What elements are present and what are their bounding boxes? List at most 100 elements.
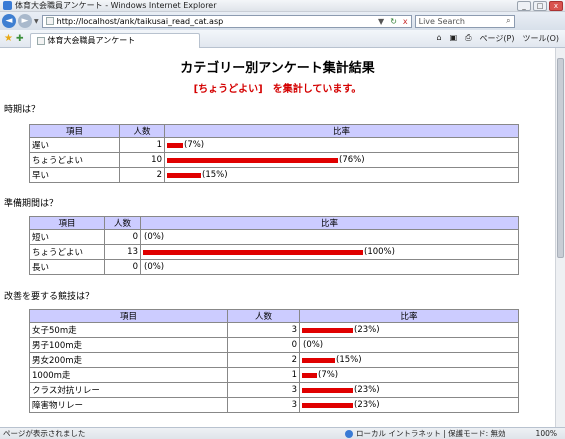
table-row: 早い 2 (15%) — [29, 167, 519, 183]
print-icon[interactable]: ⎙ — [465, 33, 471, 44]
search-icon[interactable]: ⌕ — [506, 16, 510, 26]
row-ratio: (23%) — [299, 322, 519, 338]
header-ratio: 比率 — [140, 216, 519, 230]
row-count: 10 — [119, 152, 165, 168]
question-label: 時期は？ — [4, 105, 41, 115]
tab-active[interactable]: 体育大会職員アンケート — [29, 32, 200, 48]
page-menu[interactable]: ページ(P) — [480, 33, 515, 44]
row-item: 障害物リレー — [29, 397, 228, 413]
window-title-bar: 体育大会職員アンケート - Windows Internet Explorer … — [0, 0, 565, 12]
stop-icon[interactable]: x — [400, 17, 411, 26]
ratio-percent: (0%) — [144, 232, 165, 242]
row-item: ちょうどよい — [29, 244, 105, 260]
table-header-row: 項目 人数 比率 — [29, 124, 519, 138]
row-item: 長い — [29, 259, 105, 275]
vertical-scrollbar[interactable] — [555, 48, 565, 427]
table-row: クラス対抗リレー 3 (23%) — [29, 382, 519, 398]
row-ratio: (0%) — [299, 337, 519, 353]
table-row: 障害物リレー 3 (23%) — [29, 397, 519, 413]
row-count: 3 — [227, 397, 300, 413]
table-row: 短い 0 (0%) — [29, 229, 519, 245]
result-table: 項目 人数 比率 遅い 1 (7%) ちょうどよい 10 (76%) 早い 2 … — [29, 124, 519, 183]
row-count: 2 — [227, 352, 300, 368]
search-placeholder: Live Search — [418, 16, 465, 26]
ratio-percent: (0%) — [303, 340, 324, 350]
header-count: 人数 — [227, 309, 300, 323]
table-row: ちょうどよい 13 (100%) — [29, 244, 519, 260]
feeds-icon[interactable]: ▣ — [450, 33, 458, 44]
row-count: 0 — [227, 337, 300, 353]
forward-button[interactable]: ► — [18, 14, 32, 28]
result-table: 項目 人数 比率 短い 0 (0%) ちょうどよい 13 (100%) 長い 0… — [29, 216, 519, 275]
row-count: 1 — [227, 367, 300, 383]
row-item: 1000m走 — [29, 367, 228, 383]
ie-icon — [3, 1, 12, 10]
ratio-bar — [302, 357, 335, 363]
row-count: 3 — [227, 382, 300, 398]
close-button[interactable]: x — [549, 1, 563, 11]
header-ratio: 比率 — [164, 124, 519, 138]
row-ratio: (0%) — [140, 229, 519, 245]
tab-title: 体育大会職員アンケート — [47, 36, 136, 45]
zone-text: ローカル イントラネット | 保護モード: 無効 — [355, 429, 506, 438]
header-item: 項目 — [29, 124, 120, 138]
back-button[interactable]: ◄ — [2, 14, 16, 28]
minimize-button[interactable]: _ — [517, 1, 531, 11]
row-count: 1 — [119, 137, 165, 153]
tools-menu[interactable]: ツール(O) — [522, 33, 559, 44]
refresh-icon[interactable]: ↻ — [387, 17, 400, 26]
page-title: カテゴリー別アンケート集計結果 — [180, 61, 375, 76]
ratio-bar — [167, 142, 183, 148]
ratio-bar — [167, 172, 201, 178]
search-input[interactable]: Live Search ⌕ — [414, 14, 515, 28]
question-label: 改善を要する競技は？ — [4, 292, 95, 302]
status-bar: ページが表示されました ローカル イントラネット | 保護モード: 無効 100… — [0, 427, 565, 439]
row-ratio: (7%) — [299, 367, 519, 383]
table-row: 女子50m走 3 (23%) — [29, 322, 519, 338]
row-ratio: (23%) — [299, 397, 519, 413]
result-table: 項目 人数 比率 女子50m走 3 (23%) 男子100m走 0 (0%) 男… — [29, 309, 519, 413]
table-row: 1000m走 1 (7%) — [29, 367, 519, 383]
row-ratio: (23%) — [299, 382, 519, 398]
window-controls: _ □ x — [517, 1, 563, 11]
home-icon[interactable]: ⌂ — [437, 33, 442, 44]
table-row: ちょうどよい 10 (76%) — [29, 152, 519, 168]
ratio-bar — [167, 157, 338, 163]
row-item: 男女200m走 — [29, 352, 228, 368]
scrollbar-thumb[interactable] — [557, 58, 564, 258]
ratio-percent: (23%) — [354, 325, 380, 335]
url-text[interactable]: http://localhost/ank/taikusai_read_cat.a… — [57, 17, 375, 26]
row-ratio: (76%) — [164, 152, 519, 168]
row-ratio: (7%) — [164, 137, 519, 153]
address-bar: ◄ ► ▼ http://localhost/ank/taikusai_read… — [0, 12, 565, 30]
header-ratio: 比率 — [299, 309, 519, 323]
ratio-percent: (23%) — [354, 400, 380, 410]
security-zone: ローカル イントラネット | 保護モード: 無効 — [344, 428, 506, 439]
status-text: ページが表示されました — [3, 429, 86, 438]
row-item: 男子100m走 — [29, 337, 228, 353]
ratio-percent: (0%) — [144, 262, 165, 272]
tab-page-icon — [36, 36, 45, 45]
add-favorite-icon[interactable]: ✚ — [16, 34, 24, 44]
table-row: 長い 0 (0%) — [29, 259, 519, 275]
question-label: 準備期間は？ — [4, 199, 59, 209]
history-dropdown-icon[interactable]: ▼ — [34, 18, 39, 25]
row-ratio: (15%) — [164, 167, 519, 183]
table-row: 遅い 1 (7%) — [29, 137, 519, 153]
ratio-bar — [302, 402, 353, 408]
zoom-level[interactable]: 100% — [536, 429, 557, 438]
header-item: 項目 — [29, 309, 228, 323]
window-title: 体育大会職員アンケート - Windows Internet Explorer — [15, 1, 217, 10]
ratio-percent: (23%) — [354, 385, 380, 395]
ratio-percent: (15%) — [202, 170, 228, 180]
favorites-star-icon[interactable]: ★ — [4, 33, 13, 44]
maximize-button[interactable]: □ — [533, 1, 547, 11]
command-buttons: ⌂ ▣ ⎙ ページ(P) ツール(O) — [437, 33, 560, 44]
row-item: クラス対抗リレー — [29, 382, 228, 398]
row-item: 遅い — [29, 137, 120, 153]
url-field[interactable]: http://localhost/ank/taikusai_read_cat.a… — [41, 14, 412, 28]
page-viewport: カテゴリー別アンケート集計結果 [ちょうどよい] を集計しています。 時期は？ … — [0, 48, 555, 427]
row-ratio: (15%) — [299, 352, 519, 368]
url-dropdown-icon[interactable]: ▼ — [375, 17, 387, 26]
row-count: 13 — [104, 244, 141, 260]
